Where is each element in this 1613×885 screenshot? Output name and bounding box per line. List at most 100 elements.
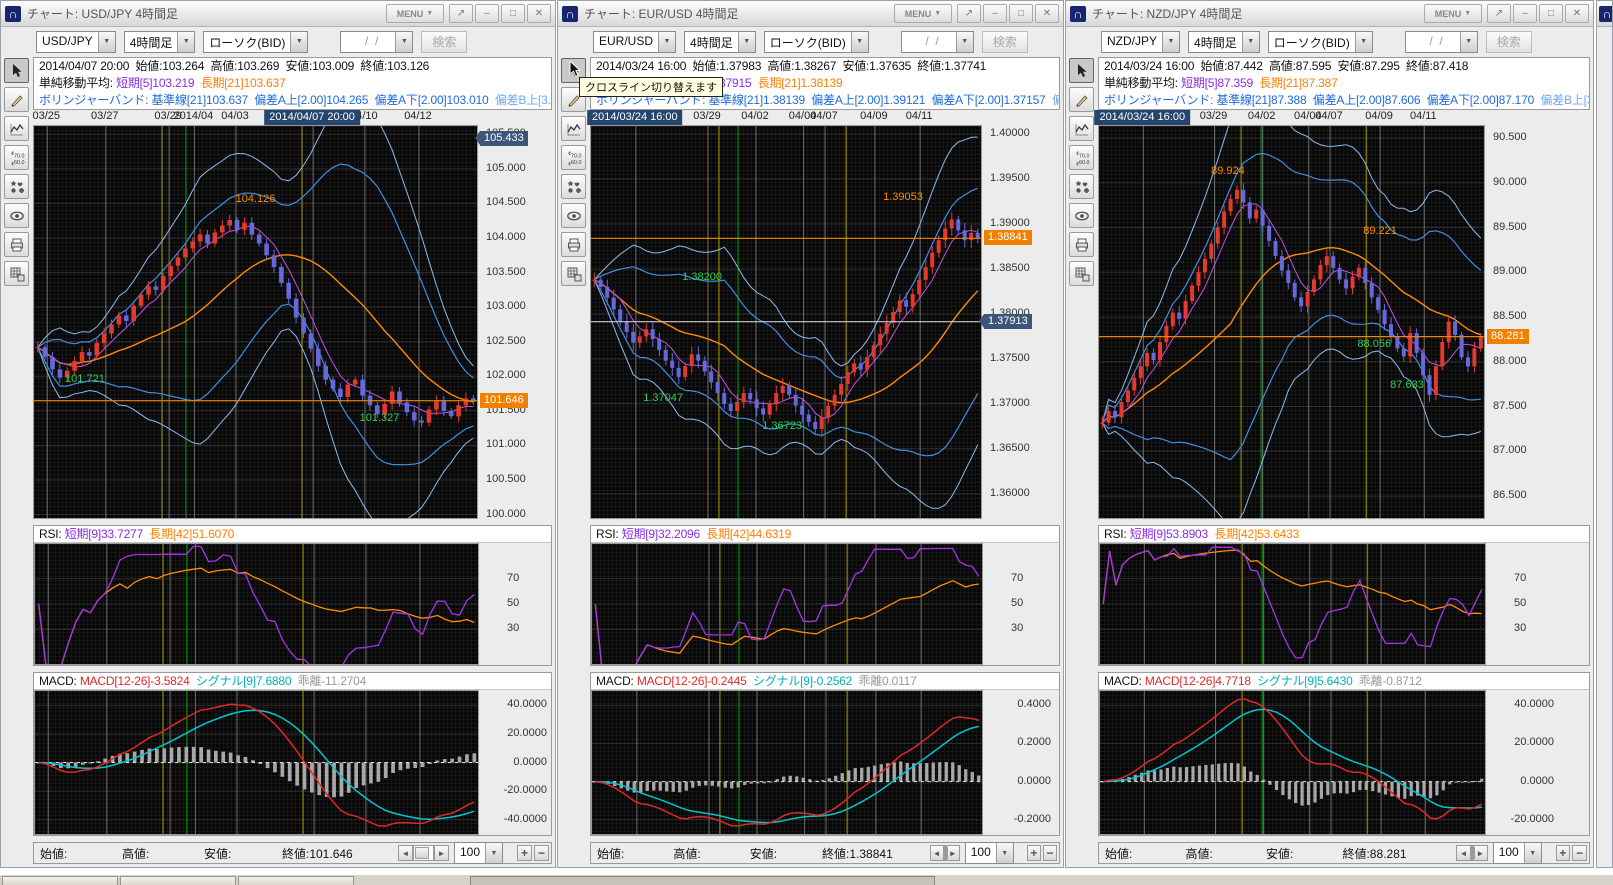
date-select[interactable]: / /▼ [1405,31,1478,53]
window-titlebar[interactable]: ∩ [1597,1,1612,27]
bar-count-select[interactable]: 100▼ [1493,842,1542,864]
zoom-out-button[interactable]: − [1572,845,1587,861]
search-button[interactable]: 検索 [421,31,467,53]
print-tool-button[interactable] [561,232,586,257]
visibility-tool-button[interactable] [1069,203,1094,228]
macd-chart[interactable] [591,690,983,835]
zoom-in-button[interactable]: + [517,845,532,861]
date-select[interactable]: / /▼ [340,31,413,53]
caret-down-icon[interactable]: ▼ [956,32,973,52]
caret-down-icon[interactable]: ▼ [485,843,502,863]
scroll-left-button[interactable]: ◄ [398,845,413,861]
menu-button[interactable]: MENU▼ [894,4,952,23]
bar-count-select[interactable]: 100▼ [965,842,1014,864]
price-scale-tool-button[interactable]: 70.060.0 [4,145,29,170]
grid-settings-tool-button[interactable] [1069,261,1094,286]
marker-tool-button[interactable] [561,174,586,199]
scrollbar[interactable] [944,845,946,861]
chart-type-select[interactable]: ローソク(BID)▼ [764,31,869,53]
caret-down-icon[interactable]: ▼ [1460,32,1477,52]
menu-button[interactable]: MENU▼ [1424,4,1482,23]
close-button[interactable]: ✕ [1565,4,1589,23]
caret-down-icon[interactable]: ▼ [658,32,675,52]
popout-button[interactable]: ↗ [449,4,473,23]
close-button[interactable]: ✕ [1035,4,1059,23]
scroll-left-button[interactable]: ◄ [1456,845,1471,861]
grid-settings-tool-button[interactable] [561,261,586,286]
indicator-tool-button[interactable] [561,116,586,141]
scrollbar[interactable] [1471,845,1473,861]
caret-down-icon[interactable]: ▼ [177,32,194,52]
caret-down-icon[interactable]: ▼ [395,32,412,52]
draw-tool-button[interactable] [4,87,29,112]
visibility-tool-button[interactable] [4,203,29,228]
caret-down-icon[interactable]: ▼ [738,32,755,52]
popout-button[interactable]: ↗ [1487,4,1511,23]
chart-type-select[interactable]: ローソク(BID)▼ [203,31,308,53]
print-tool-button[interactable] [4,232,29,257]
close-button[interactable]: ✕ [527,4,551,23]
pair-select[interactable]: EUR/USD▼ [593,31,676,53]
draw-tool-button[interactable] [1069,87,1094,112]
rsi-chart[interactable] [1099,543,1486,665]
macd-chart[interactable] [1099,690,1486,835]
zoom-out-button[interactable]: − [534,845,549,861]
price-scale-tool-button[interactable]: 70.060.0 [1069,145,1094,170]
chart-type-select[interactable]: ローソク(BID)▼ [1268,31,1373,53]
scrollbar-thumb[interactable] [1473,847,1475,859]
caret-down-icon[interactable]: ▼ [98,32,115,52]
indicator-tool-button[interactable] [4,116,29,141]
minimize-button[interactable]: – [475,4,499,23]
minimize-button[interactable]: – [983,4,1007,23]
window-titlebar[interactable]: ∩ チャート: USD/JPY 4時間足 MENU▼ ↗ – □ ✕ [1,1,555,27]
taskbar-button[interactable] [238,876,354,885]
caret-down-icon[interactable]: ▼ [1162,32,1179,52]
price-scale-tool-button[interactable]: 70.060.0 [561,145,586,170]
minimize-button[interactable]: – [1513,4,1537,23]
taskbar-button-active[interactable] [470,876,935,885]
date-select[interactable]: / /▼ [901,31,974,53]
timeframe-select[interactable]: 4時間足▼ [1188,31,1260,53]
rsi-chart[interactable] [591,543,983,665]
window-titlebar[interactable]: ∩ チャート: EUR/USD 4時間足 MENU▼ ↗ – □ ✕ [558,1,1063,27]
price-chart[interactable]: 89.92489.22188.05687.633 [1098,125,1485,519]
pair-select[interactable]: USD/JPY▼ [36,31,116,53]
timeframe-select[interactable]: 4時間足▼ [124,31,196,53]
rsi-chart[interactable] [34,543,479,665]
bar-count-select[interactable]: 100▼ [454,842,503,864]
search-button[interactable]: 検索 [1486,31,1532,53]
marker-tool-button[interactable] [4,174,29,199]
print-tool-button[interactable] [1069,232,1094,257]
grid-settings-tool-button[interactable] [4,261,29,286]
price-chart[interactable]: 1.390531.382001.370471.36723 [590,125,982,519]
visibility-tool-button[interactable] [561,203,586,228]
indicator-tool-button[interactable] [1069,116,1094,141]
maximize-button[interactable]: □ [501,4,525,23]
marker-tool-button[interactable] [1069,174,1094,199]
macd-chart[interactable] [34,690,479,835]
maximize-button[interactable]: □ [1539,4,1563,23]
caret-down-icon[interactable]: ▼ [1355,32,1372,52]
popout-button[interactable]: ↗ [957,4,981,23]
taskbar-button[interactable] [2,876,118,885]
caret-down-icon[interactable]: ▼ [1242,32,1259,52]
search-button[interactable]: 検索 [982,31,1028,53]
scrollbar[interactable] [413,845,434,861]
caret-down-icon[interactable]: ▼ [290,32,307,52]
timeframe-select[interactable]: 4時間足▼ [684,31,756,53]
window-titlebar[interactable]: ∩ チャート: NZD/JPY 4時間足 MENU▼ ↗ – □ ✕ [1066,1,1593,27]
maximize-button[interactable]: □ [1009,4,1033,23]
caret-down-icon[interactable]: ▼ [996,843,1013,863]
caret-down-icon[interactable]: ▼ [1524,843,1541,863]
scroll-right-button[interactable]: ► [1473,845,1488,861]
scroll-right-button[interactable]: ► [434,845,449,861]
taskbar-button[interactable] [120,876,236,885]
menu-button[interactable]: MENU▼ [386,4,444,23]
zoom-out-button[interactable]: − [1043,845,1057,861]
caret-down-icon[interactable]: ▼ [851,32,868,52]
scroll-left-button[interactable]: ◄ [930,845,944,861]
scrollbar-thumb[interactable] [415,847,429,859]
zoom-in-button[interactable]: + [1556,845,1571,861]
scrollbar-thumb[interactable] [946,847,948,859]
crosshair-tool-button[interactable] [1069,58,1094,83]
